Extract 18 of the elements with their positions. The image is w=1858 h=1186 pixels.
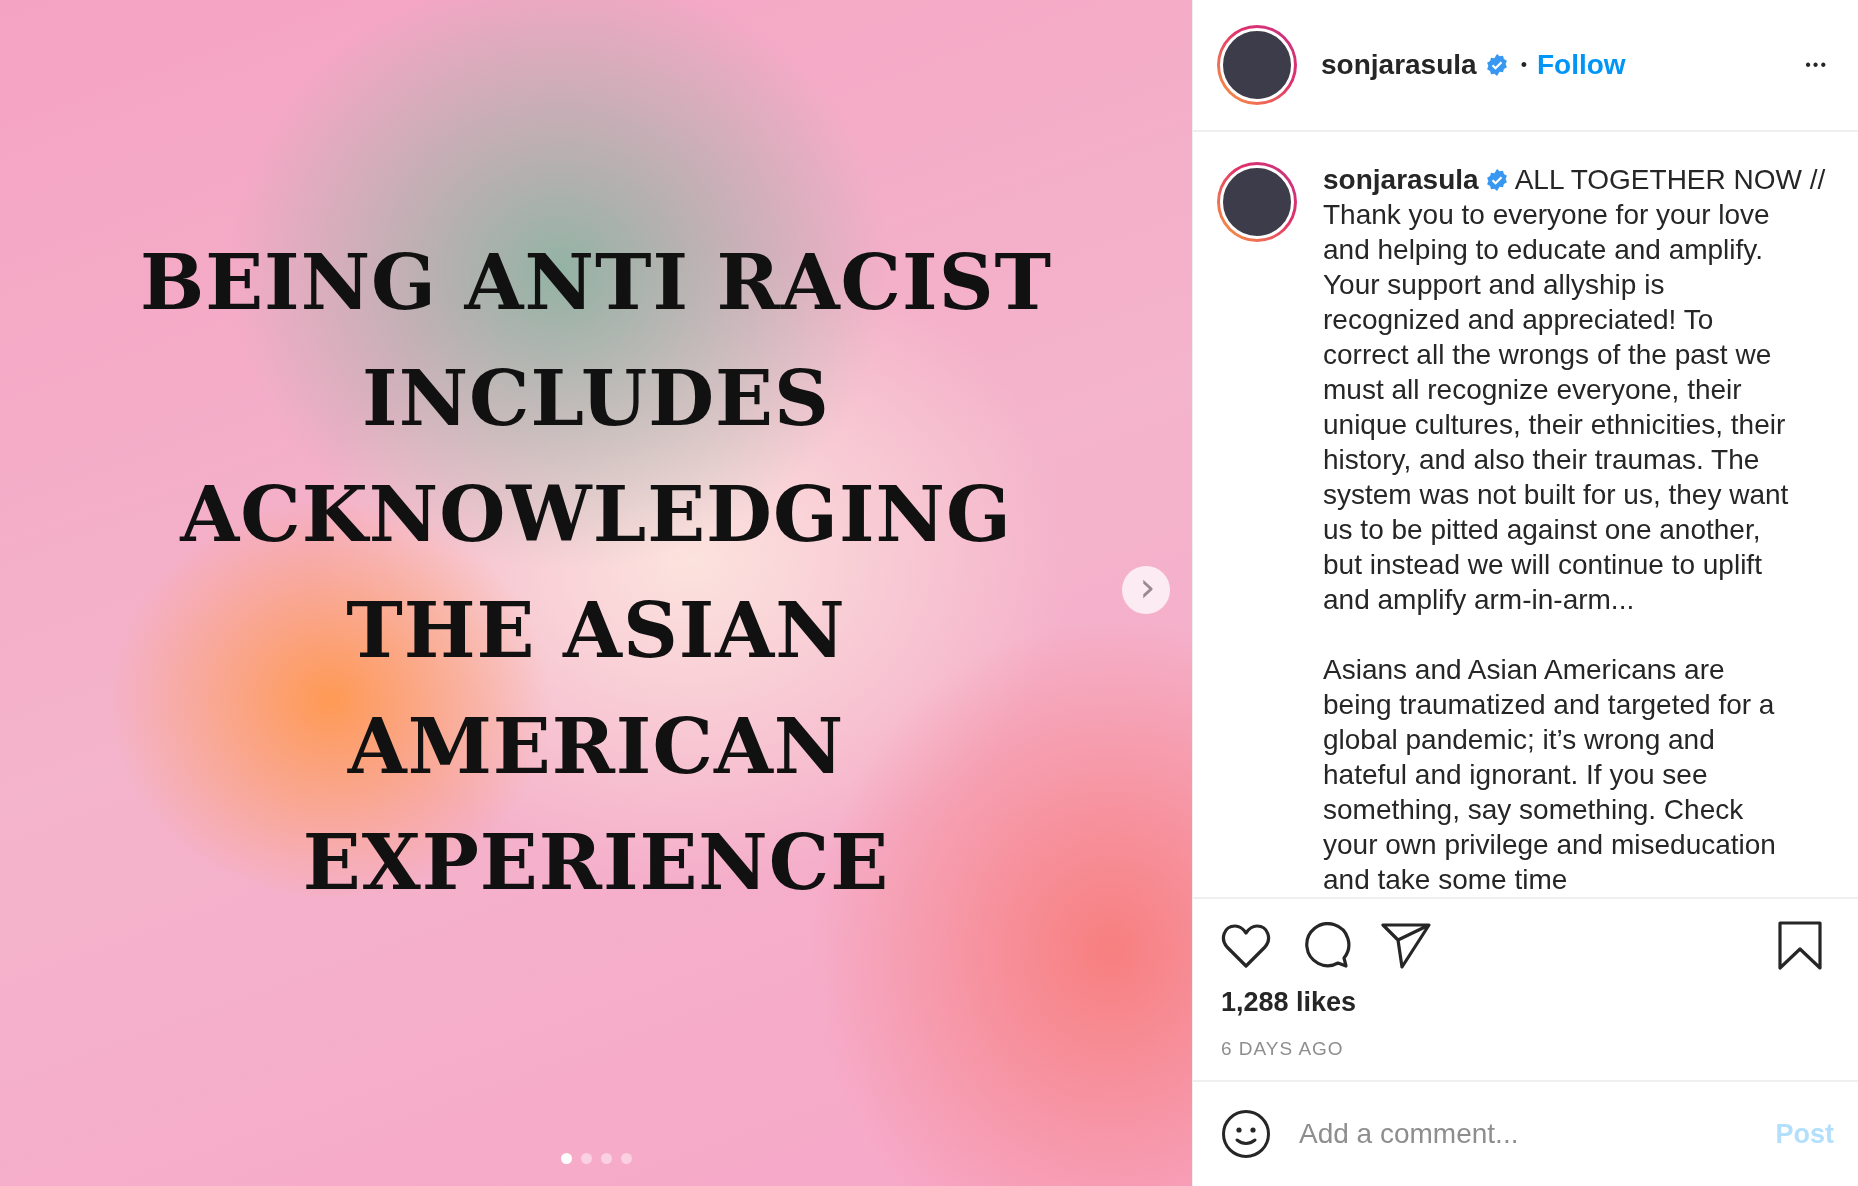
- graphic-heading-line: INCLUDES: [362, 353, 830, 445]
- graphic-heading-line: BEING ANTI RACIST: [139, 237, 1053, 329]
- graphic-heading-line: ACKNOWLEDGING: [180, 469, 1012, 561]
- more-options-button[interactable]: •••: [1805, 56, 1828, 74]
- likes-count[interactable]: 1,288 likes: [1221, 987, 1822, 1018]
- graphic-heading-line: EXPERIENCE: [302, 817, 890, 909]
- graphic-heading-line: THE ASIAN: [346, 585, 846, 677]
- username-link[interactable]: sonjarasula: [1323, 162, 1479, 197]
- heart-icon[interactable]: [1221, 923, 1271, 969]
- emoji-icon[interactable]: [1221, 1109, 1271, 1159]
- graphic-heading-line: AMERICAN: [347, 701, 845, 793]
- caption-text: Asians and Asian Americans are being traumatized and targeted for a global pandemic; it’s wrong and hateful and ignorant. If you see something, say something. Check your own privilege and miseducation and take some time: [1323, 653, 1777, 897]
- caption-text: Thank you to everyone for your love and helping to educate and amplify. Your support and allyship is recognized and appreciated! To correct all the wrongs of the past we must all recognize everyone, their unique cultures, their ethnicities, their history, and also their traumas. The system was not built for us, they want us to be pitted against one another, but instead we will continue to uplift and amplify arm-in-arm...: [1323, 198, 1790, 617]
- caption-text: ALL TOGETHER NOW //: [1514, 163, 1826, 197]
- bookmark-icon[interactable]: [1778, 921, 1822, 971]
- separator-dot: •: [1520, 54, 1527, 76]
- username-link[interactable]: sonjarasula: [1321, 49, 1477, 81]
- send-icon[interactable]: [1381, 923, 1431, 969]
